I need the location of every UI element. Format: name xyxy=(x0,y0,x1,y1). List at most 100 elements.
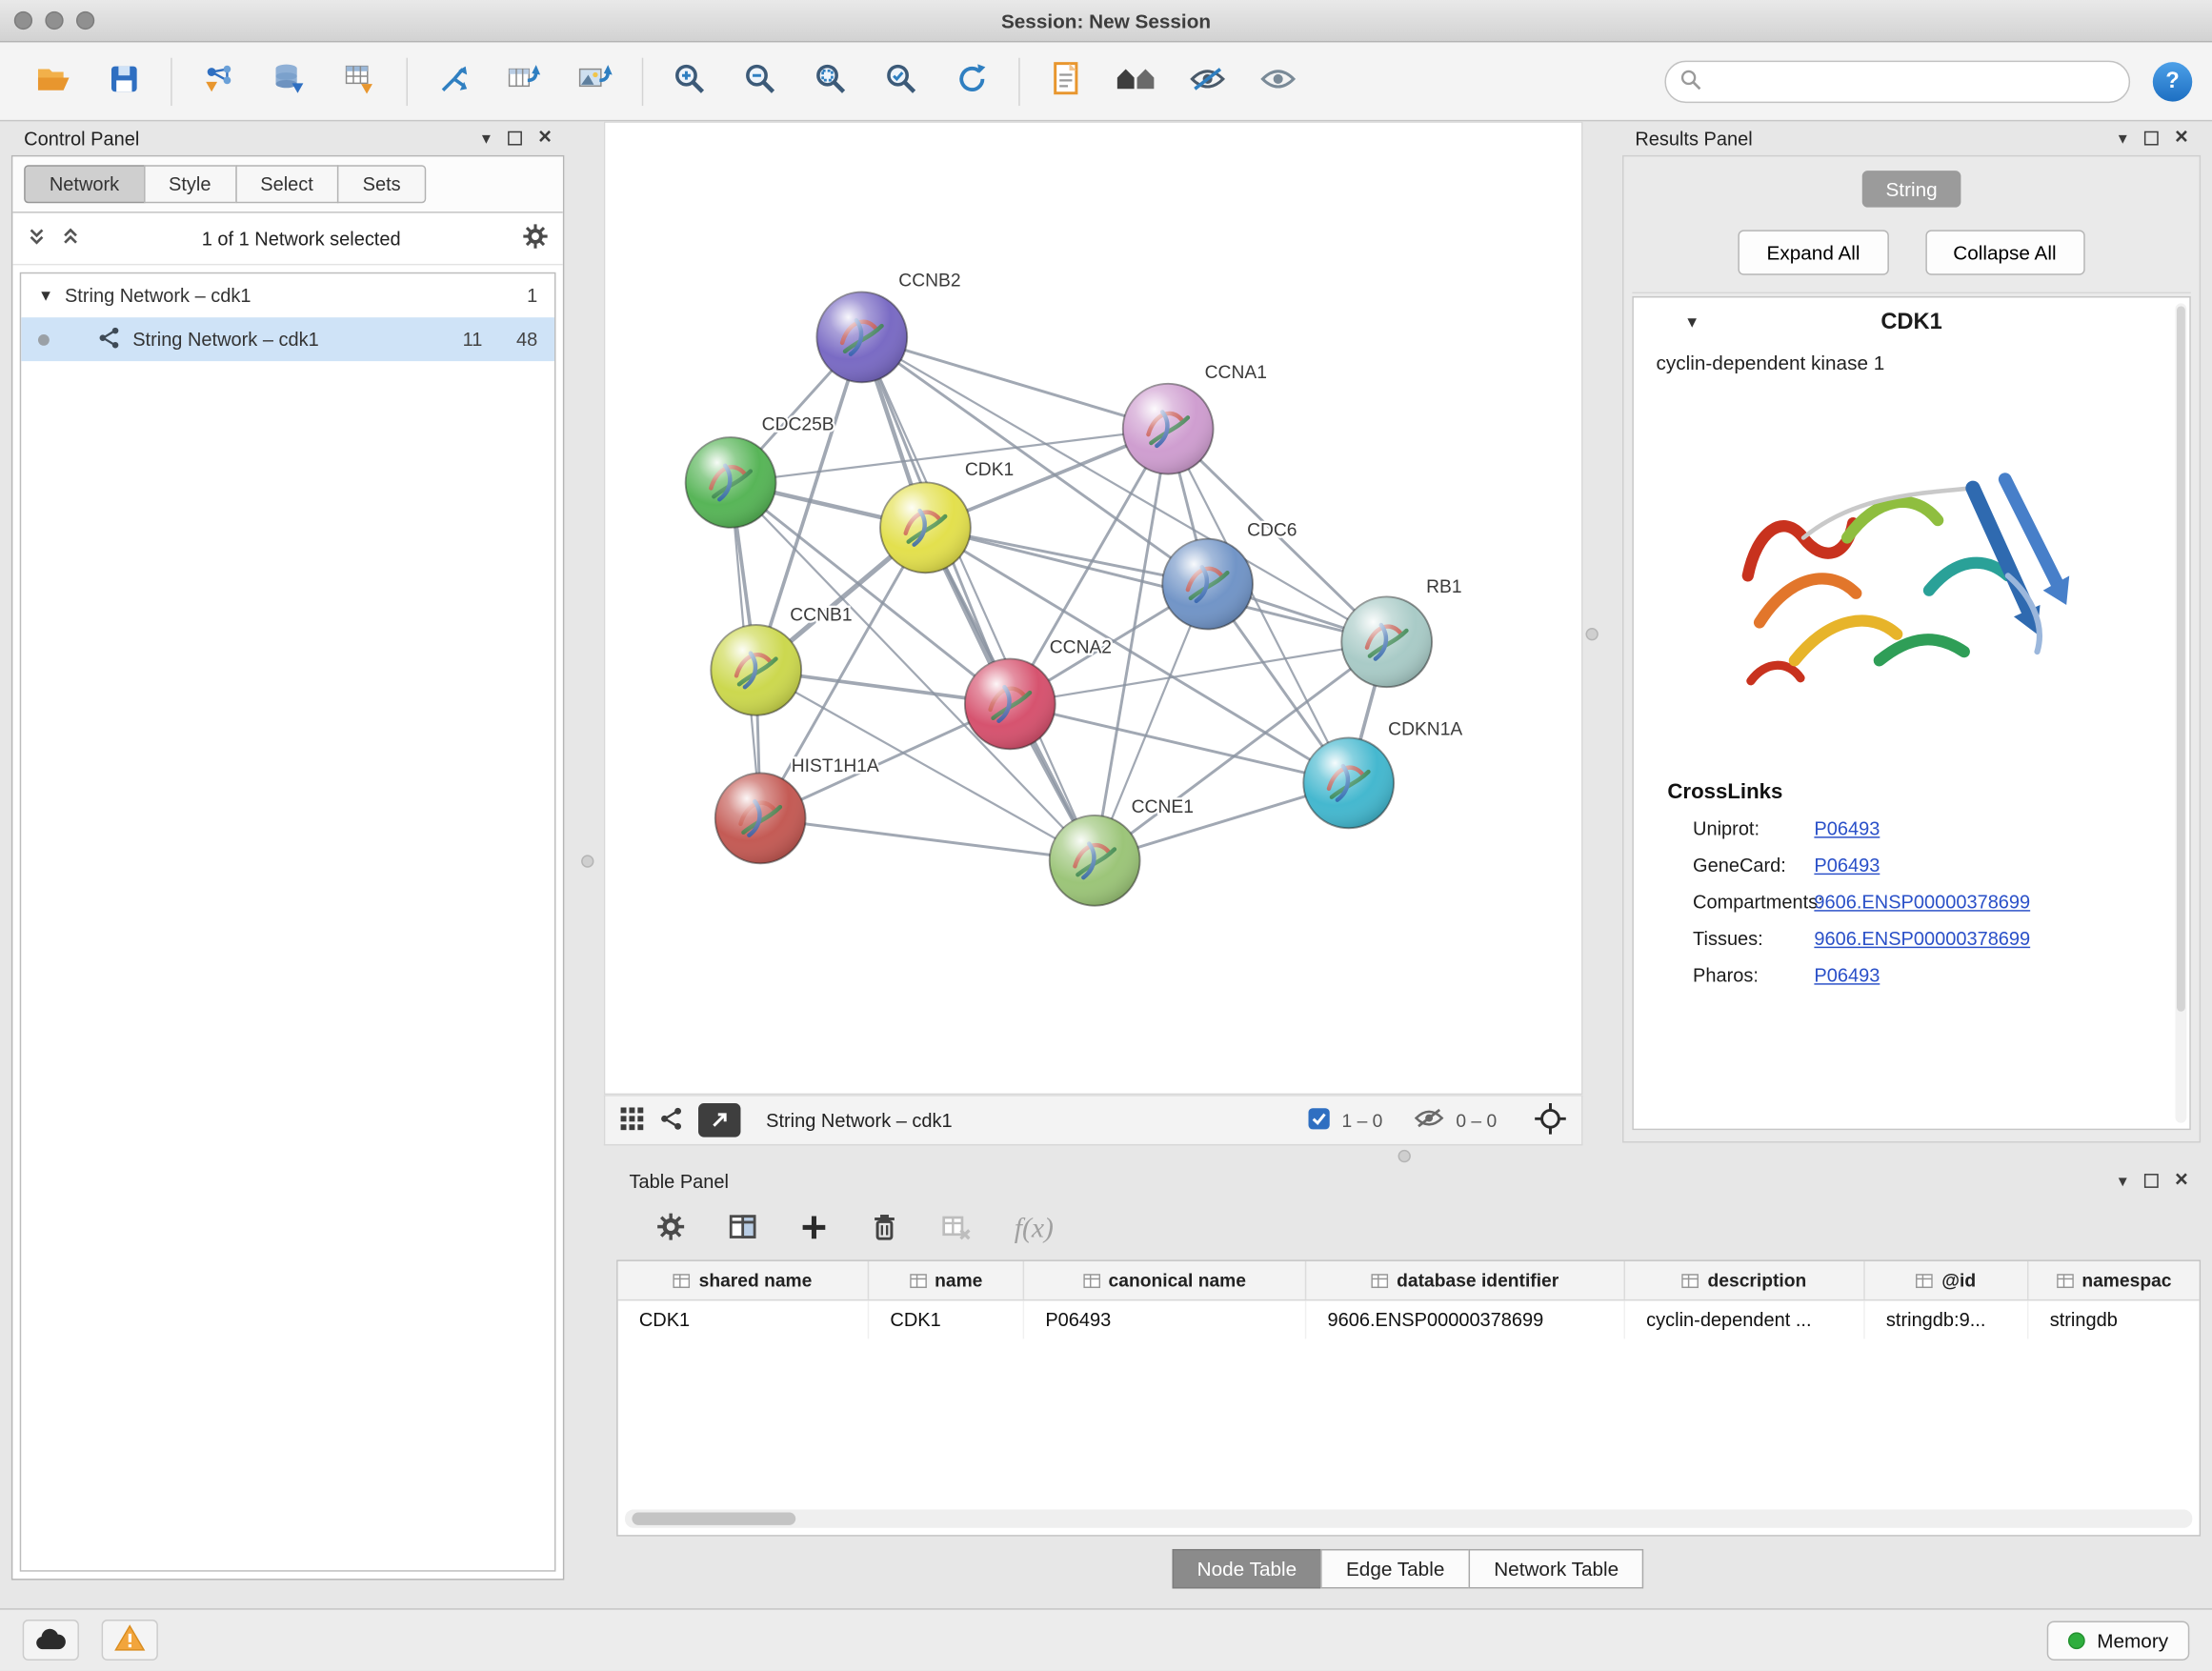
network-node-ccnb2[interactable] xyxy=(816,292,907,383)
splitter-handle[interactable] xyxy=(581,855,593,867)
tab-network-table[interactable]: Network Table xyxy=(1469,1549,1644,1588)
panel-float-icon[interactable] xyxy=(2143,1174,2158,1188)
crosslink-link[interactable]: 9606.ENSP00000378699 xyxy=(1814,928,2030,949)
collection-expander-icon[interactable]: ▼ xyxy=(38,287,53,304)
network-row-selected[interactable]: String Network – cdk1 11 48 xyxy=(21,317,554,361)
memory-button[interactable]: Memory xyxy=(2047,1621,2189,1660)
annotation-button[interactable] xyxy=(1033,49,1100,113)
network-options-gear-icon[interactable] xyxy=(522,223,549,254)
tab-select[interactable]: Select xyxy=(235,165,339,203)
crosslink-link[interactable]: P06493 xyxy=(1814,855,1880,876)
panel-close-icon[interactable]: × xyxy=(2175,1174,2188,1188)
column-header[interactable]: name xyxy=(869,1261,1024,1299)
column-header[interactable]: shared name xyxy=(618,1261,870,1299)
panel-menu-icon[interactable]: ▾ xyxy=(482,129,491,149)
crosslink-link[interactable]: P06493 xyxy=(1814,817,1880,838)
table-cell[interactable]: P06493 xyxy=(1024,1300,1306,1339)
network-node-cdc25b[interactable] xyxy=(686,437,776,528)
panel-float-icon[interactable] xyxy=(2143,131,2158,146)
network-edge-hist1h1a-ccne1[interactable] xyxy=(760,818,1095,860)
create-column-icon[interactable] xyxy=(800,1213,829,1245)
expand-all-button[interactable]: Expand All xyxy=(1739,230,1888,274)
network-edge-cdk1-rb1[interactable] xyxy=(925,528,1386,642)
column-header[interactable]: @id xyxy=(1865,1261,2029,1299)
network-node-ccna2[interactable] xyxy=(965,659,1056,750)
help-button[interactable]: ? xyxy=(2153,61,2192,100)
zoom-fit-button[interactable] xyxy=(797,49,865,113)
tab-string[interactable]: String xyxy=(1861,171,1961,208)
network-node-cdkn1a[interactable] xyxy=(1303,737,1394,828)
network-edge-ccna2-cdkn1a[interactable] xyxy=(1010,704,1348,783)
apply-layout-button[interactable] xyxy=(938,49,1006,113)
zoom-in-button[interactable] xyxy=(656,49,724,113)
import-network-database-button[interactable] xyxy=(255,49,323,113)
open-session-button[interactable] xyxy=(20,49,88,113)
panel-menu-icon[interactable]: ▾ xyxy=(2119,129,2127,149)
table-cell[interactable]: cyclin-dependent ... xyxy=(1625,1300,1865,1339)
table-cell[interactable]: CDK1 xyxy=(869,1300,1024,1339)
import-table-file-button[interactable] xyxy=(326,49,393,113)
network-node-cdk1[interactable] xyxy=(880,482,971,573)
column-header[interactable]: namespac xyxy=(2028,1261,2199,1299)
collapse-all-icon[interactable] xyxy=(27,227,47,251)
splitter-handle[interactable] xyxy=(1585,628,1598,640)
hide-graphics-details-button[interactable] xyxy=(1174,49,1241,113)
table-cell[interactable]: CDK1 xyxy=(618,1300,870,1339)
table-cell[interactable]: stringdb xyxy=(2028,1300,2199,1339)
network-node-rb1[interactable] xyxy=(1341,596,1432,687)
tab-network[interactable]: Network xyxy=(24,165,145,203)
selected-checkbox-icon[interactable] xyxy=(1308,1107,1331,1134)
gene-header[interactable]: ▼ CDK1 xyxy=(1634,297,2189,348)
gene-expander-icon[interactable]: ▼ xyxy=(1684,314,1699,332)
expand-all-icon[interactable] xyxy=(61,227,81,251)
network-canvas[interactable]: CCNB2CCNA1CDC25BCDK1CDC6RB1CCNB1CCNA2CDK… xyxy=(604,121,1583,1095)
show-columns-icon[interactable] xyxy=(728,1212,757,1246)
table-cell[interactable]: stringdb:9... xyxy=(1865,1300,2029,1339)
delete-column-icon[interactable] xyxy=(871,1211,899,1246)
zoom-out-button[interactable] xyxy=(727,49,794,113)
export-image-button[interactable] xyxy=(561,49,629,113)
table-cell[interactable]: 9606.ENSP00000378699 xyxy=(1306,1300,1625,1339)
column-header[interactable]: database identifier xyxy=(1306,1261,1625,1299)
network-node-ccne1[interactable] xyxy=(1050,815,1140,906)
network-node-ccnb1[interactable] xyxy=(711,625,801,715)
warnings-button[interactable] xyxy=(102,1620,158,1661)
network-node-cdc6[interactable] xyxy=(1162,539,1253,630)
column-header[interactable]: canonical name xyxy=(1024,1261,1306,1299)
fit-crosshair-icon[interactable] xyxy=(1534,1101,1568,1139)
collapse-all-button[interactable]: Collapse All xyxy=(1925,230,2085,274)
detach-view-button[interactable] xyxy=(698,1103,740,1137)
zoom-selected-button[interactable] xyxy=(868,49,935,113)
network-share-view-icon[interactable] xyxy=(659,1105,685,1135)
export-table-button[interactable] xyxy=(491,49,558,113)
network-canvas-svg[interactable]: CCNB2CCNA1CDC25BCDK1CDC6RB1CCNB1CCNA2CDK… xyxy=(605,123,1581,1094)
grid-view-icon[interactable] xyxy=(619,1105,645,1135)
network-edge-ccnb2-ccne1[interactable] xyxy=(862,337,1095,860)
splitter-handle[interactable] xyxy=(1398,1150,1411,1162)
panel-close-icon[interactable]: × xyxy=(2175,131,2188,146)
hidden-eye-slash-icon[interactable] xyxy=(1414,1107,1445,1133)
network-collection-row[interactable]: ▼ String Network – cdk1 1 xyxy=(21,273,554,317)
tab-style[interactable]: Style xyxy=(143,165,236,203)
panel-close-icon[interactable]: × xyxy=(538,131,552,146)
panel-menu-icon[interactable]: ▾ xyxy=(2119,1171,2127,1191)
birds-eye-view-button[interactable] xyxy=(1103,49,1171,113)
gene-scrollbar[interactable] xyxy=(2175,303,2186,1122)
panel-float-icon[interactable] xyxy=(508,131,522,146)
network-node-hist1h1a[interactable] xyxy=(715,774,806,864)
search-input[interactable] xyxy=(1710,70,2115,91)
import-network-file-button[interactable] xyxy=(185,49,252,113)
table-options-gear-icon[interactable] xyxy=(656,1212,686,1246)
table-row[interactable]: CDK1 CDK1 P06493 9606.ENSP00000378699 cy… xyxy=(618,1300,2200,1339)
tab-edge-table[interactable]: Edge Table xyxy=(1320,1549,1470,1588)
show-graphics-details-button[interactable] xyxy=(1244,49,1312,113)
table-horizontal-scrollbar[interactable] xyxy=(625,1510,2192,1528)
tab-node-table[interactable]: Node Table xyxy=(1172,1549,1322,1588)
save-session-button[interactable] xyxy=(90,49,158,113)
network-node-ccna1[interactable] xyxy=(1123,384,1214,474)
cloud-button[interactable] xyxy=(23,1620,79,1661)
tab-sets[interactable]: Sets xyxy=(337,165,426,203)
first-neighbors-button[interactable] xyxy=(420,49,488,113)
network-edge-ccnb2-ccna1[interactable] xyxy=(862,337,1168,429)
crosslink-link[interactable]: 9606.ENSP00000378699 xyxy=(1814,891,2030,912)
